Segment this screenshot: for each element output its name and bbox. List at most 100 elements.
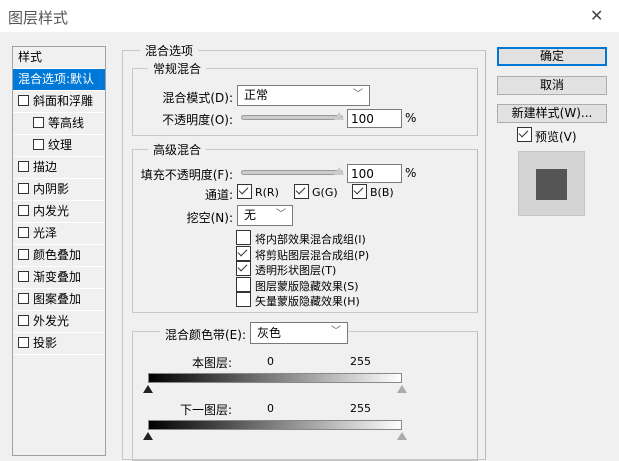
knockout-label: 挖空(N): bbox=[186, 211, 233, 225]
style-list-item[interactable]: 描边 bbox=[13, 157, 105, 179]
fill-opacity-unit: % bbox=[405, 166, 417, 180]
blend-mode-select[interactable]: 正常 ﹀ bbox=[237, 85, 370, 106]
fill-opacity-slider[interactable] bbox=[241, 170, 343, 175]
this-layer-gradient bbox=[148, 373, 402, 383]
style-list-item-label: 光泽 bbox=[33, 226, 58, 240]
channel-checkbox[interactable] bbox=[237, 184, 252, 199]
underlying-layer-min: 0 bbox=[267, 402, 274, 415]
style-checkbox[interactable] bbox=[18, 315, 29, 326]
preview-label: 预览(V) bbox=[535, 130, 577, 144]
preview-swatch bbox=[536, 169, 567, 200]
advanced-option-checkbox[interactable] bbox=[236, 261, 251, 276]
preview-checkbox[interactable] bbox=[517, 127, 532, 142]
style-list-item[interactable]: 斜面和浮雕 bbox=[13, 91, 105, 113]
general-blend-title: 常规混合 bbox=[148, 60, 207, 77]
cancel-button[interactable]: 取消 bbox=[497, 76, 607, 95]
style-list-item-label: 外发光 bbox=[33, 314, 70, 328]
blend-if-group bbox=[132, 331, 478, 461]
opacity-input[interactable]: 100 bbox=[347, 109, 402, 128]
style-list-item[interactable]: 投影 bbox=[13, 333, 105, 355]
style-list-item[interactable]: 内阴影 bbox=[13, 179, 105, 201]
style-list-item-label: 纹理 bbox=[48, 138, 73, 152]
advanced-option-label: 透明形状图层(T) bbox=[255, 264, 337, 277]
advanced-option-label: 矢量蒙版隐藏效果(H) bbox=[255, 295, 360, 308]
fill-opacity-input[interactable]: 100 bbox=[347, 164, 402, 183]
style-list-item-label: 渐变叠加 bbox=[33, 270, 82, 284]
knockout-select[interactable]: 无 ﹀ bbox=[237, 205, 293, 226]
channel-label: G(G) bbox=[312, 186, 338, 199]
underlying-layer-black-slider[interactable] bbox=[143, 432, 153, 440]
channel-checkbox[interactable] bbox=[352, 184, 367, 199]
style-list-item-label: 投影 bbox=[33, 336, 58, 350]
fill-opacity-label: 填充不透明度(F): bbox=[140, 168, 233, 182]
style-list-item[interactable]: 颜色叠加 bbox=[13, 245, 105, 267]
new-style-button[interactable]: 新建样式(W)... bbox=[497, 104, 607, 123]
advanced-option-checkbox[interactable] bbox=[236, 292, 251, 307]
style-list-item-label: 斜面和浮雕 bbox=[33, 94, 94, 108]
style-checkbox[interactable] bbox=[18, 249, 29, 260]
advanced-option-label: 图层蒙版隐藏效果(S) bbox=[255, 279, 359, 293]
preview-thumbnail bbox=[518, 151, 585, 216]
style-checkbox[interactable] bbox=[18, 227, 29, 238]
advanced-option-checkbox[interactable] bbox=[236, 245, 251, 261]
title-bar bbox=[0, 0, 619, 32]
underlying-layer-label: 下一图层: bbox=[179, 403, 232, 417]
style-list-item[interactable]: 等高线 bbox=[13, 113, 105, 135]
opacity-slider-thumb[interactable] bbox=[334, 112, 344, 120]
this-layer-black-slider[interactable] bbox=[143, 385, 153, 393]
ok-button[interactable]: 确定 bbox=[497, 47, 607, 66]
blend-mode-value: 正常 bbox=[244, 88, 269, 102]
window-title: 图层样式 bbox=[8, 9, 69, 27]
underlying-layer-gradient bbox=[148, 420, 402, 430]
knockout-value: 无 bbox=[244, 208, 257, 222]
style-list-item-label: 内发光 bbox=[33, 204, 70, 218]
style-list-item-label: 混合选项:默认 bbox=[18, 72, 95, 86]
style-list-header: 样式 bbox=[13, 47, 105, 69]
style-checkbox[interactable] bbox=[18, 161, 29, 172]
blend-if-value: 灰色 bbox=[257, 326, 282, 340]
style-checkbox[interactable] bbox=[33, 139, 44, 150]
advanced-option-label: 将剪贴图层混合成组(P) bbox=[255, 248, 370, 262]
fill-opacity-slider-thumb[interactable] bbox=[334, 167, 344, 175]
style-list-item[interactable]: 渐变叠加 bbox=[13, 267, 105, 289]
advanced-blend-title: 高级混合 bbox=[148, 141, 207, 158]
style-list-item[interactable]: 混合选项:默认 bbox=[13, 69, 105, 91]
style-list-item-label: 描边 bbox=[33, 160, 58, 174]
this-layer-white-slider[interactable] bbox=[397, 385, 407, 393]
blend-if-select[interactable]: 灰色 ﹀ bbox=[250, 322, 348, 344]
advanced-option-checkbox[interactable] bbox=[236, 230, 251, 245]
this-layer-max: 255 bbox=[350, 355, 371, 368]
this-layer-label: 本图层: bbox=[191, 356, 232, 370]
channel-label: R(R) bbox=[255, 186, 279, 199]
chevron-down-icon: ﹀ bbox=[331, 326, 341, 337]
opacity-unit: % bbox=[405, 111, 417, 125]
channel-label: B(B) bbox=[370, 186, 394, 199]
close-icon[interactable]: ✕ bbox=[590, 6, 603, 25]
opacity-slider[interactable] bbox=[241, 115, 343, 120]
underlying-layer-white-slider[interactable] bbox=[397, 432, 407, 440]
style-checkbox[interactable] bbox=[18, 271, 29, 282]
style-list-item[interactable]: 光泽 bbox=[13, 223, 105, 245]
chevron-down-icon: ﹀ bbox=[353, 89, 363, 100]
style-checkbox[interactable] bbox=[18, 205, 29, 216]
style-list-item[interactable]: 图案叠加 bbox=[13, 289, 105, 311]
style-checkbox[interactable] bbox=[33, 117, 44, 128]
style-checkbox[interactable] bbox=[18, 183, 29, 194]
style-list: 样式 混合选项:默认斜面和浮雕等高线纹理描边内阴影内发光光泽颜色叠加渐变叠加图案… bbox=[12, 46, 106, 456]
underlying-layer-max: 255 bbox=[350, 402, 371, 415]
style-list-item[interactable]: 外发光 bbox=[13, 311, 105, 333]
channel-checkbox[interactable] bbox=[294, 184, 309, 199]
style-list-item[interactable]: 内发光 bbox=[13, 201, 105, 223]
advanced-option-checkbox[interactable] bbox=[236, 276, 251, 292]
style-list-item-label: 等高线 bbox=[48, 116, 85, 130]
style-checkbox[interactable] bbox=[18, 293, 29, 304]
this-layer-min: 0 bbox=[267, 355, 274, 368]
style-checkbox[interactable] bbox=[18, 95, 29, 106]
style-list-item-label: 内阴影 bbox=[33, 182, 70, 196]
advanced-option-label: 将内部效果混合成组(I) bbox=[255, 233, 366, 246]
style-checkbox[interactable] bbox=[18, 337, 29, 348]
style-list-item-label: 颜色叠加 bbox=[33, 248, 82, 262]
channels-label: 通道: bbox=[204, 188, 233, 202]
style-list-item[interactable]: 纹理 bbox=[13, 135, 105, 157]
chevron-down-icon: ﹀ bbox=[276, 209, 286, 220]
